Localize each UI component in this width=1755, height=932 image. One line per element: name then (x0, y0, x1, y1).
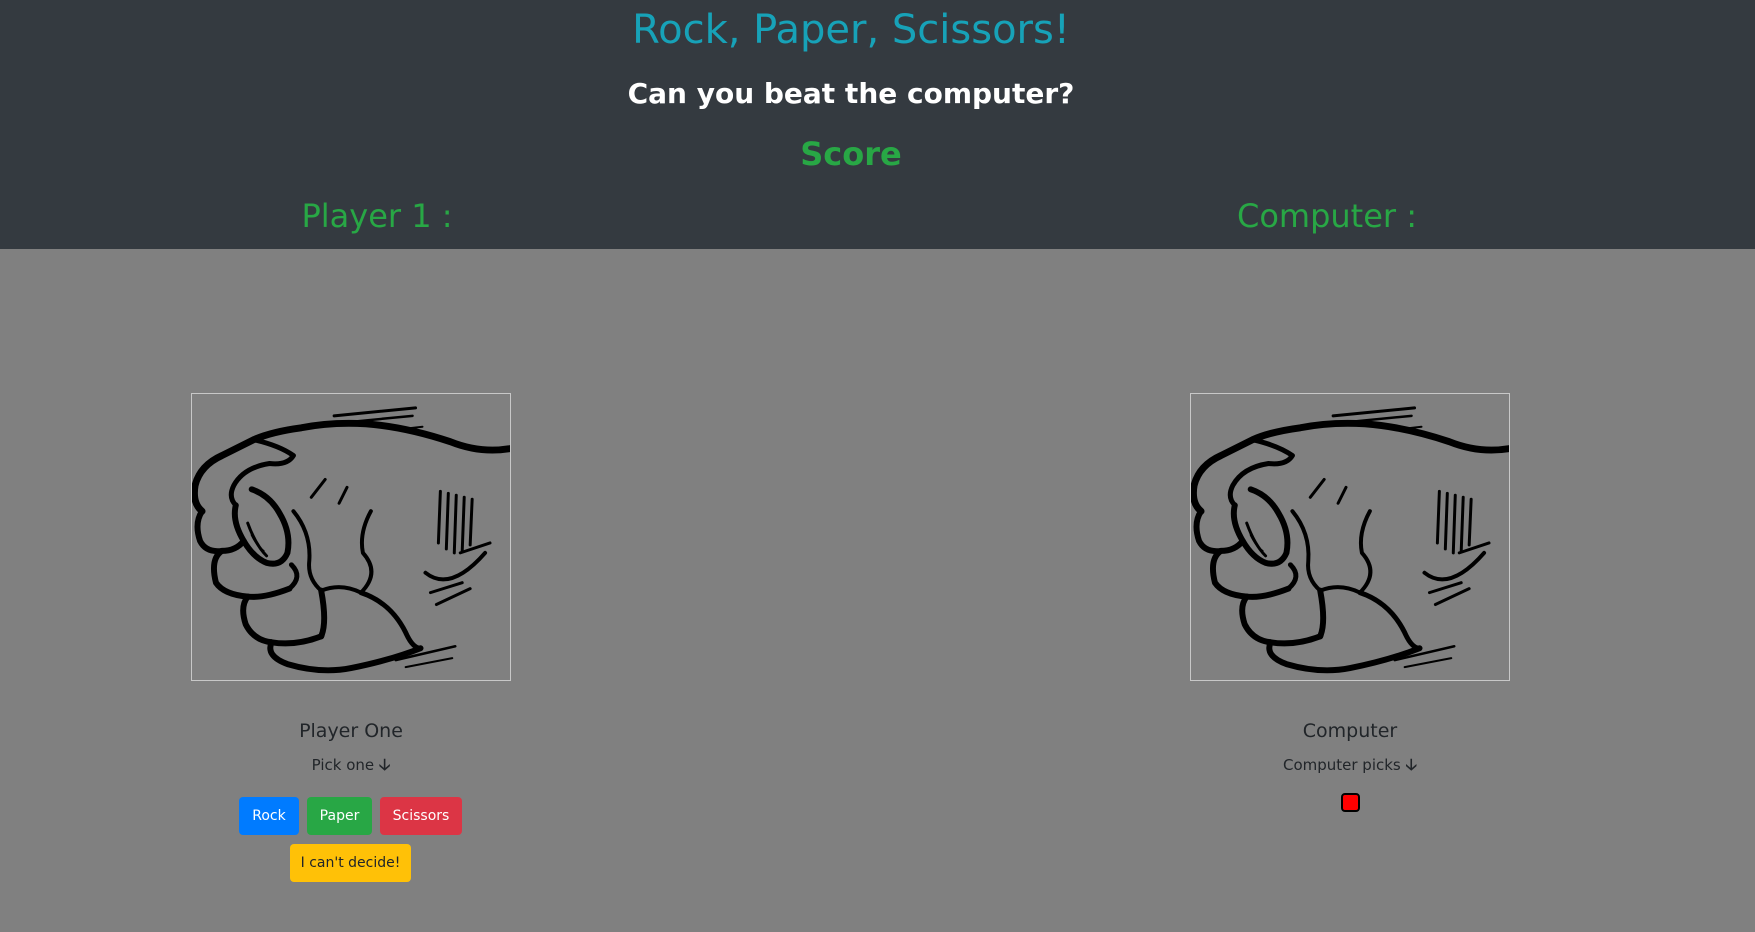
subtitle: Can you beat the computer? (627, 77, 1075, 110)
player-choice-image (191, 393, 511, 681)
rock-fist-icon (192, 406, 510, 674)
player-hint: Pick one 🡣 (191, 755, 511, 775)
paper-button[interactable]: Paper (307, 797, 372, 835)
header: Rock, Paper, Scissors! Can you beat the … (0, 0, 1755, 249)
computer-score-label: Computer : (1236, 197, 1418, 235)
computer-pick-indicator (1341, 793, 1360, 812)
page-title: Rock, Paper, Scissors! (632, 7, 1070, 53)
computer-hint-text: Computer picks (1282, 756, 1401, 774)
scissors-button[interactable]: Scissors (380, 797, 462, 835)
player-hint-text: Pick one (311, 756, 375, 774)
rock-button[interactable]: Rock (239, 797, 299, 835)
random-pick-button[interactable]: I can't decide! (290, 844, 411, 882)
arrow-down-icon: 🡣 (378, 755, 391, 774)
computer-name: Computer (1302, 720, 1398, 742)
rock-fist-icon (1191, 406, 1509, 674)
arrow-down-icon: 🡣 (1405, 755, 1418, 774)
player-score-label: Player 1 : (301, 197, 453, 235)
player-name: Player One (299, 720, 403, 742)
computer-choice-image (1190, 393, 1510, 681)
score-heading: Score (800, 135, 902, 173)
computer-hint: Computer picks 🡣 (1190, 755, 1510, 775)
